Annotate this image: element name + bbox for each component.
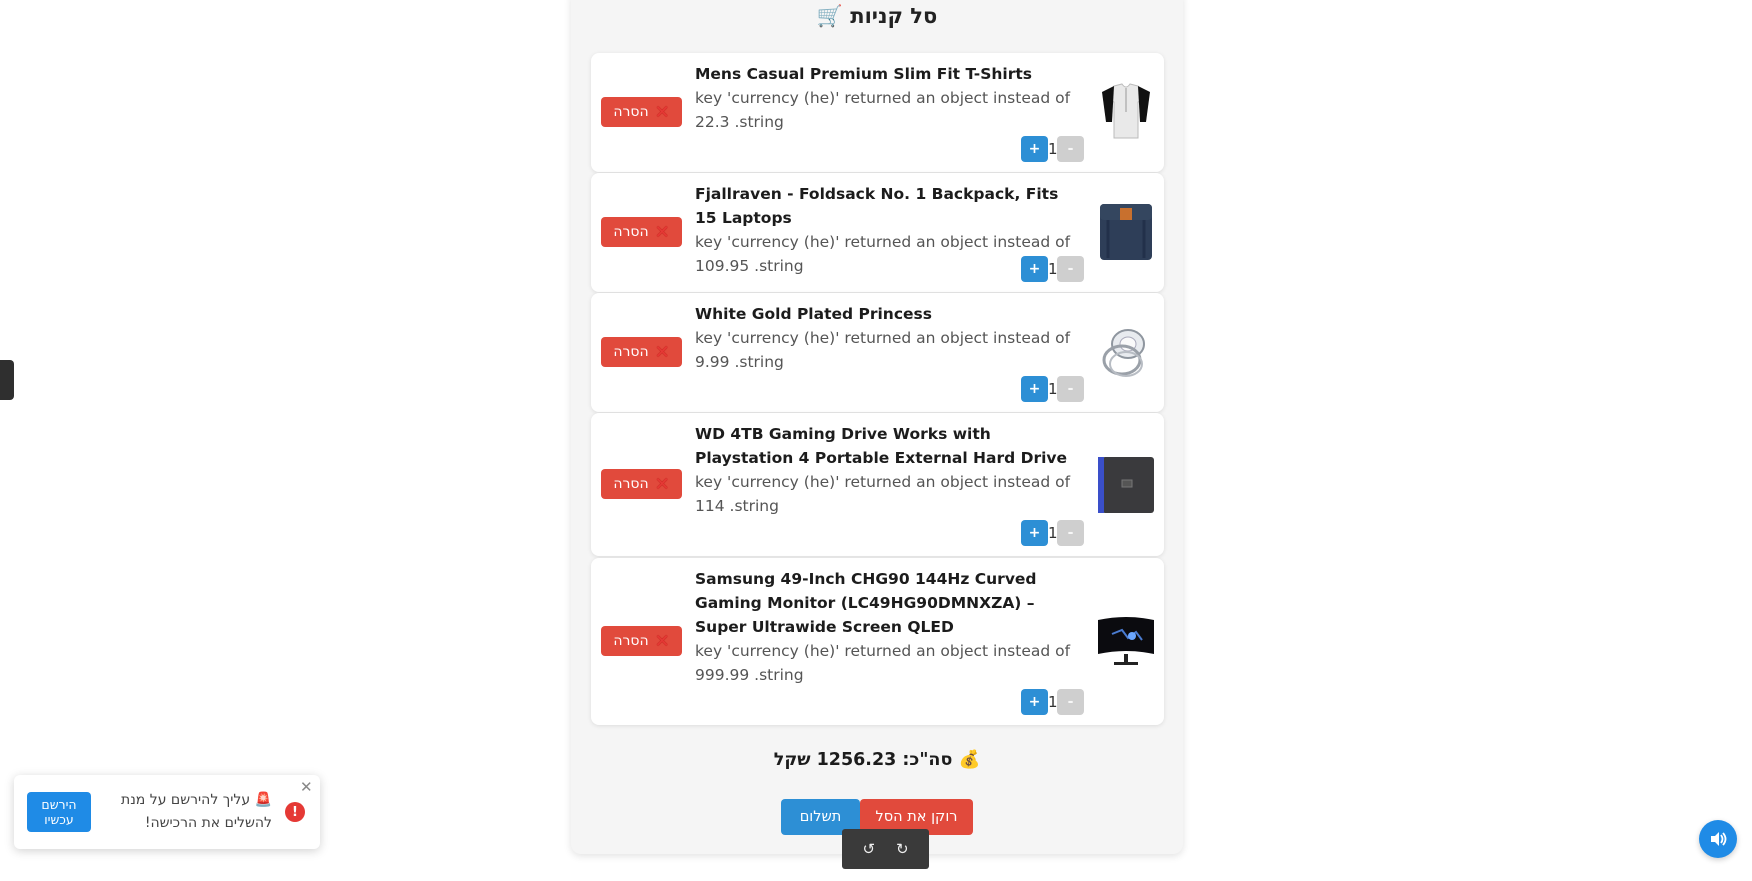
remove-item-button[interactable]: ✕ הסרה [601,97,682,127]
cart-item: White Gold Plated Princess key 'currency… [591,293,1164,412]
remove-item-button[interactable]: ✕ הסרה [601,217,682,247]
sound-toggle-button[interactable] [1699,820,1737,858]
quantity-value: 1 [1048,693,1058,711]
remove-item-button[interactable]: ✕ הסרה [601,469,682,499]
item-name: Mens Casual Premium Slim Fit T-Shirts [695,65,1032,83]
item-price: key 'currency (he)' returned an object i… [695,642,1071,684]
decrease-quantity-button[interactable]: - [1057,376,1084,402]
item-name: Samsung 49-Inch CHG90 144Hz Curved Gamin… [695,570,1037,636]
item-price: key 'currency (he)' returned an object i… [695,233,1071,275]
quantity-stepper: + 1 - [1021,520,1084,546]
register-now-button[interactable]: הירשם עכשיו [27,792,91,832]
backpack-image [1098,202,1154,260]
increase-quantity-button[interactable]: + [1021,520,1048,546]
side-drawer-handle[interactable] [0,360,14,400]
item-price: key 'currency (he)' returned an object i… [695,89,1071,131]
close-icon: ✕ [654,101,670,123]
quantity-stepper: + 1 - [1021,136,1084,162]
decrease-quantity-button[interactable]: - [1057,136,1084,162]
cart-item: Mens Casual Premium Slim Fit T-Shirts ke… [591,53,1164,172]
decrease-quantity-button[interactable]: - [1057,689,1084,715]
remove-label: הסרה [613,476,649,492]
remove-item-button[interactable]: ✕ הסרה [601,626,682,656]
decrease-quantity-button[interactable]: - [1057,256,1084,282]
remove-label: הסרה [613,633,649,649]
quantity-stepper: + 1 - [1021,689,1084,715]
quantity-value: 1 [1048,524,1058,542]
item-name: White Gold Plated Princess [695,305,932,323]
decrease-quantity-button[interactable]: - [1057,520,1084,546]
undo-icon[interactable]: ↺ [862,840,875,858]
cart-item: Samsung 49-Inch CHG90 144Hz Curved Gamin… [591,558,1164,725]
cart-total: 💰 סה"כ: 1256.23 שקל [773,750,981,770]
increase-quantity-button[interactable]: + [1021,256,1048,282]
tshirt-image [1098,82,1154,140]
close-icon: ✕ [654,221,670,243]
close-icon: ✕ [654,473,670,495]
cart-title: סל קניות 🛒 [816,4,938,28]
close-icon: ✕ [654,341,670,363]
quantity-stepper: + 1 - [1021,256,1084,282]
alert-icon: ! [285,802,305,822]
redo-icon[interactable]: ↻ [896,840,909,858]
item-name: Fjallraven - Foldsack No. 1 Backpack, Fi… [695,185,1059,227]
speaker-icon [1711,832,1727,846]
ring-image [1098,322,1154,380]
increase-quantity-button[interactable]: + [1021,689,1048,715]
toast-message: 🚨 עליך להירשם על מנת להשלים את הרכישה! [121,792,272,831]
cart-item: Fjallraven - Foldsack No. 1 Backpack, Fi… [591,173,1164,292]
quantity-value: 1 [1048,260,1058,278]
cart-item: WD 4TB Gaming Drive Works with Playstati… [591,413,1164,556]
increase-quantity-button[interactable]: + [1021,136,1048,162]
item-name: WD 4TB Gaming Drive Works with Playstati… [695,425,1068,467]
increase-quantity-button[interactable]: + [1021,376,1048,402]
quantity-value: 1 [1048,380,1058,398]
remove-label: הסרה [613,104,649,120]
undo-redo-toolbar: ↺ ↻ [842,829,929,869]
remove-label: הסרה [613,224,649,240]
close-icon[interactable]: ✕ [300,778,313,796]
quantity-value: 1 [1048,140,1058,158]
item-price: key 'currency (he)' returned an object i… [695,473,1071,515]
hard-drive-image [1098,456,1154,514]
register-toast: הירשם עכשיו 🚨 עליך להירשם על מנת להשלים … [14,775,320,849]
remove-label: הסרה [613,344,649,360]
quantity-stepper: + 1 - [1021,376,1084,402]
monitor-image [1098,612,1154,670]
item-price: key 'currency (he)' returned an object i… [695,329,1071,371]
close-icon: ✕ [654,630,670,652]
remove-item-button[interactable]: ✕ הסרה [601,337,682,367]
